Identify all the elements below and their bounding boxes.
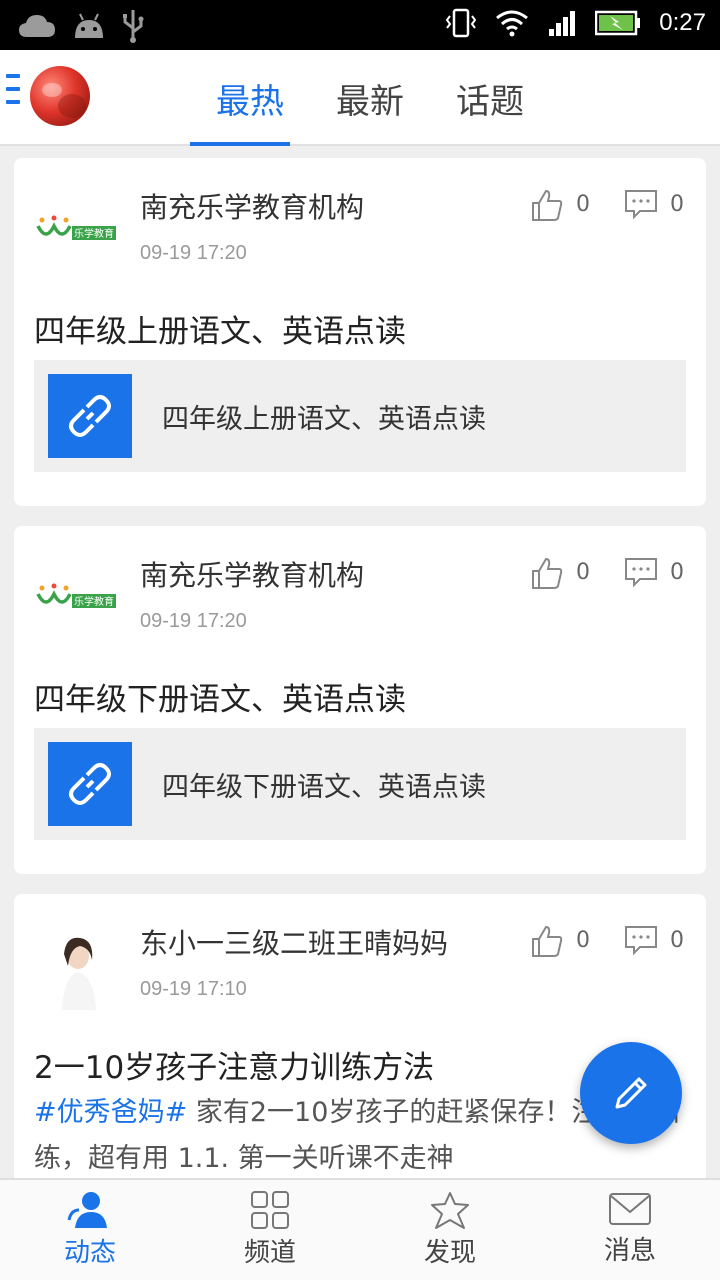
cloud-icon xyxy=(19,15,55,37)
battery-icon xyxy=(595,10,641,36)
signal-icon xyxy=(549,11,576,36)
comment-button[interactable]: 0 xyxy=(624,924,684,956)
nav-messages[interactable]: 消息 xyxy=(540,1180,720,1280)
nav-feed[interactable]: 动态 xyxy=(0,1180,180,1280)
thumbs-up-icon xyxy=(532,925,563,957)
comment-button[interactable]: 0 xyxy=(624,188,684,220)
status-bar: 0:27 xyxy=(0,0,720,50)
link-icon xyxy=(48,742,132,826)
tab-topics[interactable]: 话题 xyxy=(430,50,550,146)
wifi-icon xyxy=(496,10,529,37)
vibrate-icon xyxy=(446,8,477,38)
tab-hottest[interactable]: 最热 xyxy=(190,50,310,146)
mail-icon xyxy=(609,1193,651,1225)
comment-button[interactable]: 0 xyxy=(624,556,684,588)
like-count: 0 xyxy=(576,560,590,585)
author-name[interactable]: 东小一三级二班王晴妈妈 xyxy=(140,922,448,962)
like-count: 0 xyxy=(576,192,590,217)
nav-label: 频道 xyxy=(243,1238,296,1268)
clock: 0:27 xyxy=(659,9,706,36)
menu-icon[interactable] xyxy=(6,74,24,120)
feed-list: 乐学教育 南充乐学教育机构 09-19 17:20 0 0 四年级上册语文、英语… xyxy=(14,158,706,1178)
feed-card[interactable]: 乐学教育 南充乐学教育机构 09-19 17:20 0 0 四年级上册语文、英语… xyxy=(14,158,706,506)
person-icon xyxy=(67,1192,107,1228)
comment-icon xyxy=(625,190,657,220)
tab-latest[interactable]: 最新 xyxy=(310,50,430,146)
android-icon xyxy=(75,13,103,38)
compose-button[interactable] xyxy=(580,1042,682,1144)
link-attachment[interactable]: 四年级上册语文、英语点读 xyxy=(34,360,686,472)
org-logo[interactable]: 乐学教育 xyxy=(34,558,118,642)
like-button[interactable]: 0 xyxy=(530,556,590,590)
post-time: 09-19 17:20 xyxy=(140,242,247,264)
top-nav: 最热 最新 话题 xyxy=(0,50,720,146)
link-attachment[interactable]: 四年级下册语文、英语点读 xyxy=(34,728,686,840)
nav-channels[interactable]: 频道 xyxy=(180,1180,360,1280)
comment-icon xyxy=(625,558,657,588)
bottom-nav: 动态 频道 发现 消息 xyxy=(0,1178,720,1280)
grid-icon xyxy=(251,1191,289,1229)
comment-icon xyxy=(625,926,657,956)
usb-icon xyxy=(123,10,144,43)
org-logo-text: 乐学教育 xyxy=(74,595,114,608)
post-title[interactable]: 2一10岁孩子注意力训练方法 xyxy=(34,1042,434,1087)
thumbs-up-icon xyxy=(532,557,563,589)
nav-label: 动态 xyxy=(63,1238,116,1268)
nav-label: 消息 xyxy=(603,1236,656,1266)
hashtag-link[interactable]: #优秀爸妈# xyxy=(34,1097,187,1128)
comment-count: 0 xyxy=(670,192,684,217)
post-time: 09-19 17:10 xyxy=(140,978,247,1000)
author-name[interactable]: 南充乐学教育机构 xyxy=(140,554,364,594)
comment-count: 0 xyxy=(670,560,684,585)
post-title[interactable]: 四年级下册语文、英语点读 xyxy=(34,674,406,719)
like-button[interactable]: 0 xyxy=(530,188,590,222)
user-avatar[interactable] xyxy=(30,66,90,126)
tab-bar: 最热 最新 话题 xyxy=(190,50,550,146)
user-photo-avatar[interactable] xyxy=(34,926,118,1010)
thumbs-up-icon xyxy=(532,189,563,221)
post-time: 09-19 17:20 xyxy=(140,610,247,632)
org-logo[interactable]: 乐学教育 xyxy=(34,190,118,274)
pencil-icon xyxy=(615,1077,647,1109)
star-icon xyxy=(431,1192,469,1229)
comment-count: 0 xyxy=(670,928,684,953)
nav-label: 发现 xyxy=(423,1238,476,1268)
link-title: 四年级下册语文、英语点读 xyxy=(162,771,486,803)
like-button[interactable]: 0 xyxy=(530,924,590,958)
link-icon xyxy=(48,374,132,458)
nav-discover[interactable]: 发现 xyxy=(360,1180,540,1280)
post-title[interactable]: 四年级上册语文、英语点读 xyxy=(34,306,406,351)
like-count: 0 xyxy=(576,928,590,953)
author-name[interactable]: 南充乐学教育机构 xyxy=(140,186,364,226)
feed-card[interactable]: 乐学教育 南充乐学教育机构 09-19 17:20 0 0 四年级下册语文、英语… xyxy=(14,526,706,874)
org-logo-text: 乐学教育 xyxy=(74,227,114,240)
link-title: 四年级上册语文、英语点读 xyxy=(162,403,486,435)
